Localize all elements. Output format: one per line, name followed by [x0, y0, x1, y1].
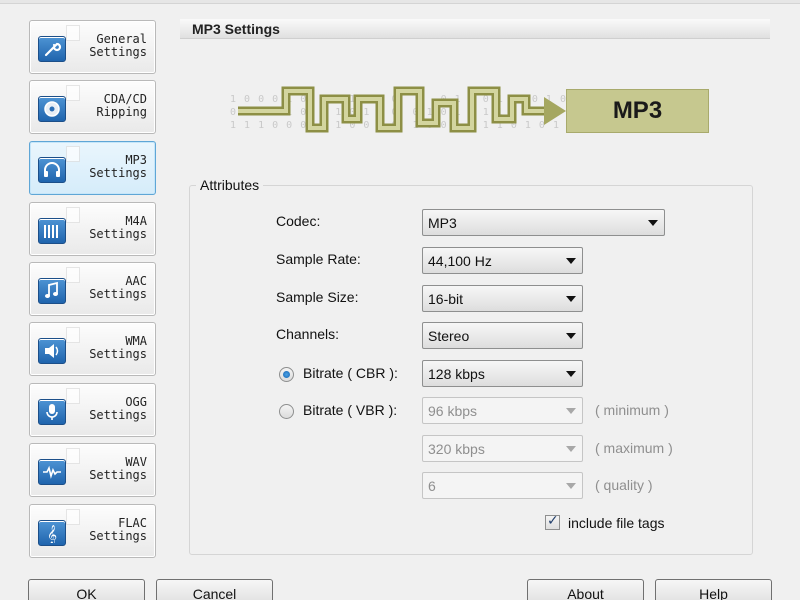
include-tags-checkbox[interactable]: ✓ — [545, 513, 560, 530]
sample-size-label: Sample Size: — [276, 289, 359, 305]
attributes-title: Attributes — [196, 177, 264, 193]
help-button[interactable]: Help — [655, 579, 772, 600]
sample-rate-label: Sample Rate: — [276, 251, 361, 267]
sidebar-item-aac-settings[interactable]: AAC Settings — [29, 262, 156, 316]
sidebar-item-mp3-settings[interactable]: MP3 Settings — [29, 141, 156, 195]
settings-sidebar: General Settings CDA/CD Ripping MP3 Sett… — [0, 0, 170, 575]
ok-button[interactable]: OK — [28, 579, 145, 600]
chevron-down-icon — [566, 258, 576, 264]
checkmark-icon: ✓ — [547, 513, 559, 529]
page-title: MP3 Settings — [192, 21, 280, 37]
sidebar-item-general-settings[interactable]: General Settings — [29, 20, 156, 74]
sidebar-item-wma-settings[interactable]: WMA Settings — [29, 322, 156, 376]
sidebar-item-label: AAC Settings — [89, 274, 147, 301]
sidebar-item-label: WAV Settings — [89, 455, 147, 482]
svg-text:𝄞: 𝄞 — [47, 525, 57, 543]
codec-select[interactable]: MP3 — [422, 209, 665, 236]
chevron-down-icon — [566, 446, 576, 452]
sidebar-item-label: OGG Settings — [89, 395, 147, 422]
about-button[interactable]: About — [527, 579, 644, 600]
vbr-maximum-hint: ( maximum ) — [595, 440, 673, 456]
sidebar-item-label: FLAC Settings — [89, 516, 147, 543]
cancel-button[interactable]: Cancel — [156, 579, 273, 600]
microphone-icon — [38, 399, 66, 425]
sidebar-item-flac-settings[interactable]: 𝄞 FLAC Settings — [29, 504, 156, 558]
sidebar-item-label: M4A Settings — [89, 214, 147, 241]
speaker-icon — [38, 338, 66, 364]
mp3-label-box: MP3 — [566, 89, 709, 133]
chevron-down-icon — [566, 333, 576, 339]
sidebar-item-label: MP3 Settings — [89, 153, 147, 180]
channels-select[interactable]: Stereo — [422, 322, 583, 349]
sidebar-item-label: WMA Settings — [89, 334, 147, 361]
vbr-quality-select[interactable]: 6 — [422, 472, 583, 499]
vbr-radio[interactable] — [279, 404, 294, 419]
section-header: MP3 Settings — [180, 19, 770, 39]
channels-label: Channels: — [276, 326, 340, 342]
wrench-icon — [38, 36, 66, 62]
codec-label: Codec: — [276, 213, 321, 229]
disc-icon — [38, 96, 66, 122]
chevron-down-icon — [566, 408, 576, 414]
sidebar-item-cda-cd-ripping[interactable]: CDA/CD Ripping — [29, 80, 156, 134]
include-tags-label[interactable]: include file tags — [568, 515, 665, 531]
headphones-icon — [38, 157, 66, 183]
signal-wave-graphic — [238, 86, 566, 133]
waveform-icon — [38, 459, 66, 485]
cbr-label[interactable]: Bitrate ( CBR ): — [303, 365, 398, 381]
chevron-down-icon — [566, 296, 576, 302]
sample-size-select[interactable]: 16-bit — [422, 285, 583, 312]
sample-rate-select[interactable]: 44,100 Hz — [422, 247, 583, 274]
cbr-bitrate-select[interactable]: 128 kbps — [422, 360, 583, 387]
sidebar-item-m4a-settings[interactable]: M4A Settings — [29, 202, 156, 256]
vbr-minimum-hint: ( minimum ) — [595, 402, 669, 418]
mp3-banner: 1 0 0 0 1 0 0 1 1 0 1 0 0 1 1 0 1 1 0 1 … — [228, 83, 718, 138]
chevron-down-icon — [566, 483, 576, 489]
cbr-radio[interactable] — [279, 367, 294, 382]
vbr-minimum-select[interactable]: 96 kbps — [422, 397, 583, 424]
equalizer-icon — [38, 218, 66, 244]
music-note-icon — [38, 278, 66, 304]
vbr-quality-hint: ( quality ) — [595, 477, 653, 493]
chevron-down-icon — [648, 220, 658, 226]
treble-clef-icon: 𝄞 — [38, 520, 66, 546]
sidebar-item-ogg-settings[interactable]: OGG Settings — [29, 383, 156, 437]
vbr-maximum-select[interactable]: 320 kbps — [422, 435, 583, 462]
vbr-label[interactable]: Bitrate ( VBR ): — [303, 402, 397, 418]
sidebar-item-label: CDA/CD Ripping — [96, 92, 147, 119]
sidebar-item-wav-settings[interactable]: WAV Settings — [29, 443, 156, 497]
chevron-down-icon — [566, 371, 576, 377]
sidebar-item-label: General Settings — [89, 32, 147, 59]
